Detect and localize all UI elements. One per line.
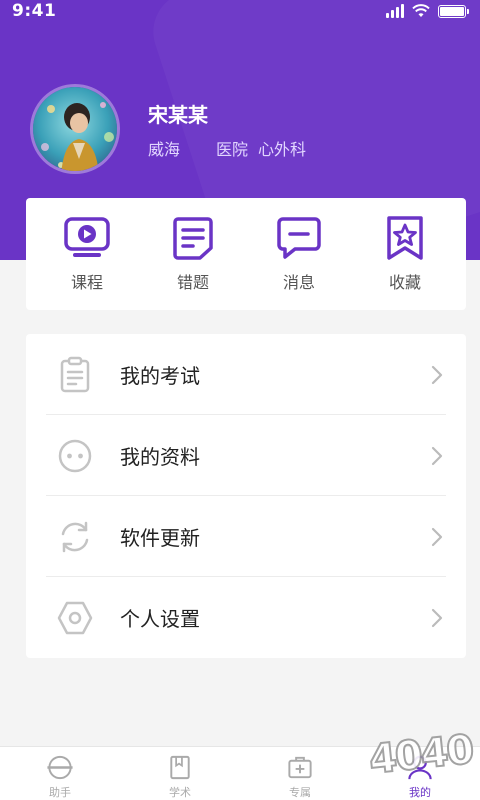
tab-label: 我的 bbox=[409, 786, 431, 799]
star-bookmark-icon bbox=[387, 216, 423, 260]
user-info: 宋某某 威海 医院 心外科 bbox=[148, 99, 316, 160]
chevron-right-icon bbox=[431, 365, 443, 384]
status-time: 9:41 bbox=[12, 1, 57, 21]
settings-menu: 我的考试 我的资料 软件更新 个人设置 bbox=[26, 334, 466, 658]
battery-icon bbox=[438, 5, 469, 18]
battery-fill bbox=[440, 7, 464, 16]
face-icon bbox=[58, 439, 92, 472]
status-bar: 9:41 bbox=[0, 0, 480, 24]
video-play-icon bbox=[64, 217, 110, 257]
avatar-image bbox=[33, 87, 117, 171]
menu-item-label: 软件更新 bbox=[120, 526, 200, 550]
signal-icon bbox=[386, 4, 404, 18]
menu-item-label: 个人设置 bbox=[120, 607, 200, 631]
quick-action-favorites[interactable]: 收藏 bbox=[365, 215, 445, 293]
quick-action-label: 收藏 bbox=[388, 273, 421, 292]
menu-item-label: 我的考试 bbox=[120, 364, 200, 388]
user-meta: 威海 医院 心外科 bbox=[148, 136, 316, 160]
tab-helper[interactable]: 助手 bbox=[0, 747, 120, 800]
menu-item-software-update[interactable]: 软件更新 bbox=[26, 496, 466, 577]
notebook-icon bbox=[173, 217, 213, 260]
helper-icon bbox=[47, 755, 73, 780]
menu-item-label: 我的资料 bbox=[120, 445, 200, 469]
tab-exclusive[interactable]: 专属 bbox=[240, 747, 360, 800]
message-icon bbox=[277, 217, 321, 259]
hexagon-settings-icon bbox=[57, 601, 93, 634]
tab-label: 助手 bbox=[49, 786, 71, 799]
refresh-icon bbox=[61, 521, 89, 552]
menu-item-my-exams[interactable]: 我的考试 bbox=[26, 334, 466, 415]
chevron-right-icon bbox=[431, 608, 443, 627]
quick-action-courses[interactable]: 课程 bbox=[47, 215, 127, 293]
wifi-icon bbox=[412, 4, 430, 17]
medical-kit-icon bbox=[288, 756, 312, 779]
menu-item-my-profile[interactable]: 我的资料 bbox=[26, 415, 466, 496]
book-icon bbox=[170, 755, 190, 780]
tab-academic[interactable]: 学术 bbox=[120, 747, 240, 800]
quick-action-label: 课程 bbox=[70, 273, 103, 292]
user-name: 宋某某 bbox=[148, 102, 208, 127]
quick-action-mistakes[interactable]: 错题 bbox=[153, 215, 233, 293]
chevron-right-icon bbox=[431, 527, 443, 546]
quick-actions: 课程 错题 消息 收藏 bbox=[26, 198, 466, 310]
quick-action-label: 错题 bbox=[176, 273, 209, 292]
user-hospital: 医院 bbox=[216, 139, 249, 159]
menu-item-personal-settings[interactable]: 个人设置 bbox=[26, 577, 466, 658]
clipboard-icon bbox=[60, 356, 90, 392]
tab-label: 专属 bbox=[289, 786, 311, 799]
user-profile[interactable]: 宋某某 威海 医院 心外科 bbox=[30, 84, 316, 174]
user-department: 心外科 bbox=[258, 139, 307, 159]
quick-action-messages[interactable]: 消息 bbox=[259, 215, 339, 293]
user-city: 威海 bbox=[148, 139, 181, 159]
quick-action-label: 消息 bbox=[282, 273, 315, 292]
tab-label: 学术 bbox=[169, 786, 191, 799]
avatar[interactable] bbox=[30, 84, 120, 174]
status-icons bbox=[386, 4, 469, 18]
chevron-right-icon bbox=[431, 446, 443, 465]
